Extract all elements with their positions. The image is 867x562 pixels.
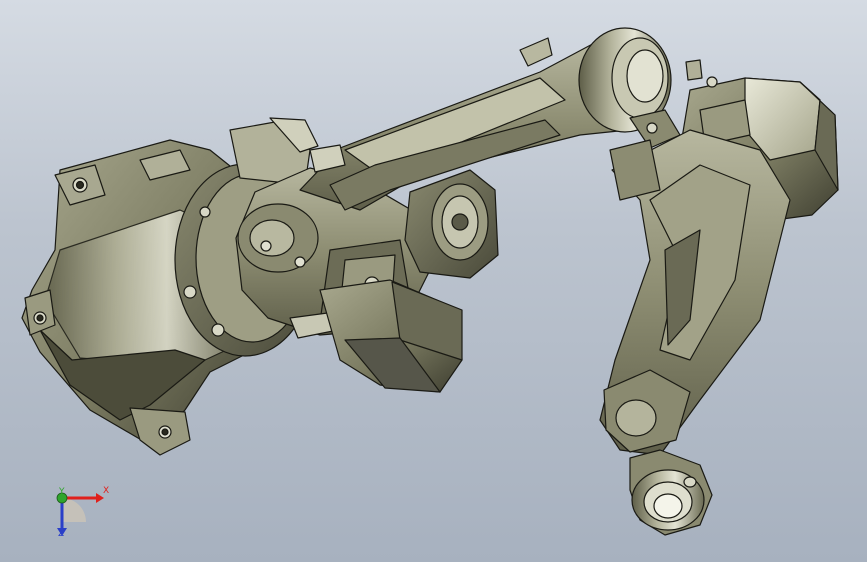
robot-arm-model[interactable] xyxy=(0,0,867,562)
graphics-viewport[interactable]: X Y Z xyxy=(0,0,867,562)
forearm xyxy=(599,129,791,456)
y-axis-label: Y xyxy=(59,487,65,497)
z-axis-label: Z xyxy=(58,529,65,539)
motor-box xyxy=(319,279,463,393)
center-motor xyxy=(404,169,499,279)
end-effector-flange xyxy=(629,449,713,536)
x-axis-label: X xyxy=(103,486,110,496)
coordinate-triad: X Y Z xyxy=(44,478,114,542)
